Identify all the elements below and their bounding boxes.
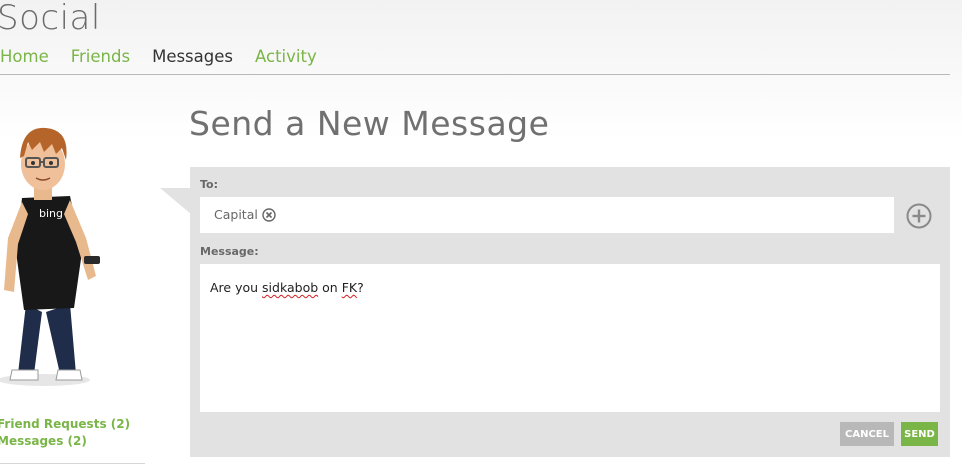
recipient-chip: Capital — [214, 207, 276, 222]
recipient-field[interactable]: Capital — [200, 197, 894, 233]
app-title: Social — [0, 0, 101, 38]
misspelled-word: FK — [341, 280, 358, 295]
sidebar-divider — [0, 463, 145, 464]
sidebar-links: Friend Requests (2) Messages (2) — [0, 416, 130, 450]
message-part: ? — [357, 280, 364, 295]
message-input[interactable]: Are you sidkabob on FK? — [200, 264, 940, 412]
messages-link[interactable]: Messages (2) — [0, 433, 130, 450]
nav-divider — [0, 74, 950, 75]
remove-recipient-icon[interactable] — [262, 207, 276, 222]
friend-requests-link[interactable]: Friend Requests (2) — [0, 416, 130, 433]
send-button[interactable]: SEND — [901, 422, 938, 446]
nav-friends[interactable]: Friends — [71, 47, 130, 66]
page-title: Send a New Message — [189, 104, 550, 143]
main-nav: Home Friends Messages Activity — [0, 47, 317, 66]
panel-pointer — [160, 188, 191, 214]
avatar-shirt-logo: bing — [39, 207, 63, 220]
message-part: on — [318, 280, 342, 295]
nav-home[interactable]: Home — [0, 47, 49, 66]
nav-messages[interactable]: Messages — [152, 47, 233, 66]
nav-activity[interactable]: Activity — [255, 47, 317, 66]
compose-panel: To: Capital Message: Are you sidkabob on… — [190, 167, 950, 457]
message-part: Are you — [210, 280, 263, 295]
misspelled-word: sidkabob — [262, 280, 319, 295]
user-avatar: bing — [0, 127, 100, 386]
cancel-button[interactable]: CANCEL — [840, 422, 894, 446]
add-recipient-icon[interactable] — [906, 203, 932, 229]
message-text: Are you sidkabob on FK? — [210, 280, 364, 295]
message-label: Message: — [200, 245, 259, 258]
recipient-name: Capital — [214, 207, 258, 222]
to-label: To: — [200, 178, 218, 191]
